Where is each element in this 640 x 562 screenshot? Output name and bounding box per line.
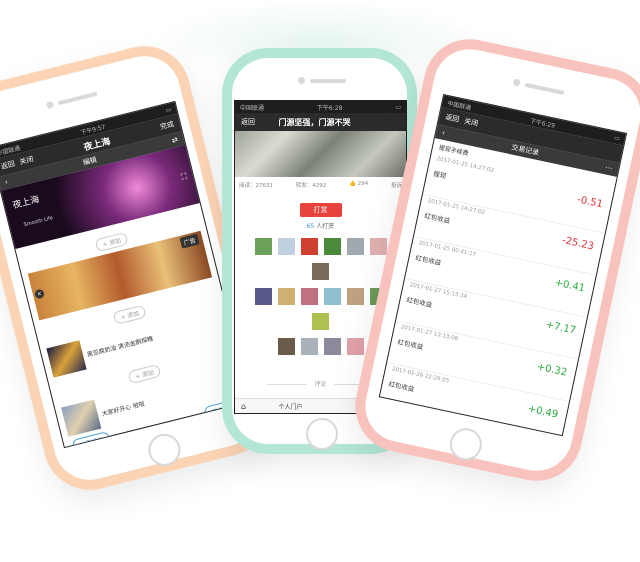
avatar[interactable] bbox=[369, 238, 387, 255]
back-button[interactable]: 返回 bbox=[0, 160, 16, 171]
avatar[interactable] bbox=[346, 338, 364, 355]
reward-count-row: 65 人打赏 bbox=[235, 221, 406, 230]
avatar[interactable] bbox=[300, 238, 318, 255]
banner-caption: Smooth Life bbox=[23, 215, 54, 229]
reward-count: 65 bbox=[306, 223, 315, 230]
avatar[interactable] bbox=[277, 288, 295, 305]
camera bbox=[298, 77, 305, 84]
swap-icon[interactable]: ⇄ bbox=[171, 136, 179, 145]
crop-icon[interactable]: ⛶ bbox=[180, 172, 188, 183]
battery-icon: ▭ bbox=[613, 134, 621, 143]
back-button[interactable]: 返回 bbox=[241, 117, 255, 127]
home-icon[interactable]: ⌂ bbox=[235, 402, 252, 411]
avatar[interactable] bbox=[346, 288, 364, 305]
back-button[interactable]: 返回 bbox=[445, 113, 460, 124]
avatar[interactable] bbox=[323, 338, 341, 355]
comment-label: 评论 bbox=[314, 381, 327, 388]
back-arrow-icon[interactable]: ‹ bbox=[441, 129, 445, 137]
more-icon[interactable]: ⋯ bbox=[605, 163, 614, 172]
left-screen: 中国联通 下午9:57 ▭ 返回 关闭 夜上海 完成 ‹ 编辑 ⇄ 夜上海 Sm… bbox=[0, 100, 251, 449]
close-button[interactable]: 关闭 bbox=[463, 117, 478, 128]
avatar[interactable] bbox=[300, 338, 318, 355]
reward-area: 打赏 65 人打赏 bbox=[235, 197, 406, 230]
avatar[interactable] bbox=[277, 338, 295, 355]
banner-title: 夜上海 bbox=[11, 194, 41, 212]
home-button[interactable] bbox=[306, 418, 338, 450]
stats-row: 阅读：27631 转发：4292 👍 294 投诉 bbox=[235, 177, 406, 193]
avatar[interactable] bbox=[254, 238, 272, 255]
avatar[interactable] bbox=[277, 238, 295, 255]
item-text: 大家好开心 啦啦 bbox=[101, 399, 146, 418]
status-bar: 中国联通 下午6:28 ▭ bbox=[235, 101, 406, 113]
tab-personal[interactable]: 个人门户 bbox=[252, 402, 329, 411]
avatar[interactable] bbox=[254, 288, 272, 305]
battery-icon: ▭ bbox=[164, 105, 173, 114]
page-title: 门源坚强，门源不哭 bbox=[278, 117, 351, 127]
battery-icon: ▭ bbox=[395, 103, 401, 111]
forwards-count: 转发：4292 bbox=[295, 183, 327, 189]
item-text: 黑豆腐奶油 清汤金鹅探瞧 bbox=[86, 334, 154, 359]
reads-count: 阅读：27631 bbox=[239, 183, 273, 189]
avatar[interactable] bbox=[300, 288, 318, 305]
right-screen: 中国联通 下午6:29 ▭ 返回 关闭 ‹ 交易记录 ⋯ 提现手续费 2017-… bbox=[378, 93, 628, 437]
thumbs-up-icon[interactable]: 👍 bbox=[349, 181, 356, 187]
nav-bar: 返回 门源坚强，门源不哭 bbox=[235, 113, 406, 131]
carrier-label: 中国联通 bbox=[240, 104, 265, 112]
ad-badge: 广告 bbox=[179, 233, 200, 249]
reward-suffix: 人打赏 bbox=[316, 223, 335, 230]
avatar[interactable] bbox=[312, 263, 329, 280]
close-button[interactable]: 关闭 bbox=[19, 155, 35, 166]
back-arrow-icon[interactable]: ‹ bbox=[4, 178, 9, 186]
speaker bbox=[310, 79, 346, 83]
likes-count: 294 bbox=[357, 181, 369, 187]
time-label: 下午6:28 bbox=[316, 104, 343, 112]
avatar[interactable] bbox=[323, 288, 341, 305]
reward-button[interactable]: 打赏 bbox=[299, 203, 342, 217]
remove-icon[interactable]: × bbox=[34, 288, 45, 300]
divider bbox=[266, 384, 307, 385]
avatar[interactable] bbox=[323, 238, 341, 255]
article-image[interactable] bbox=[235, 131, 406, 177]
avatar[interactable] bbox=[346, 238, 364, 255]
done-button[interactable]: 完成 bbox=[159, 119, 175, 132]
avatar[interactable] bbox=[312, 313, 329, 330]
